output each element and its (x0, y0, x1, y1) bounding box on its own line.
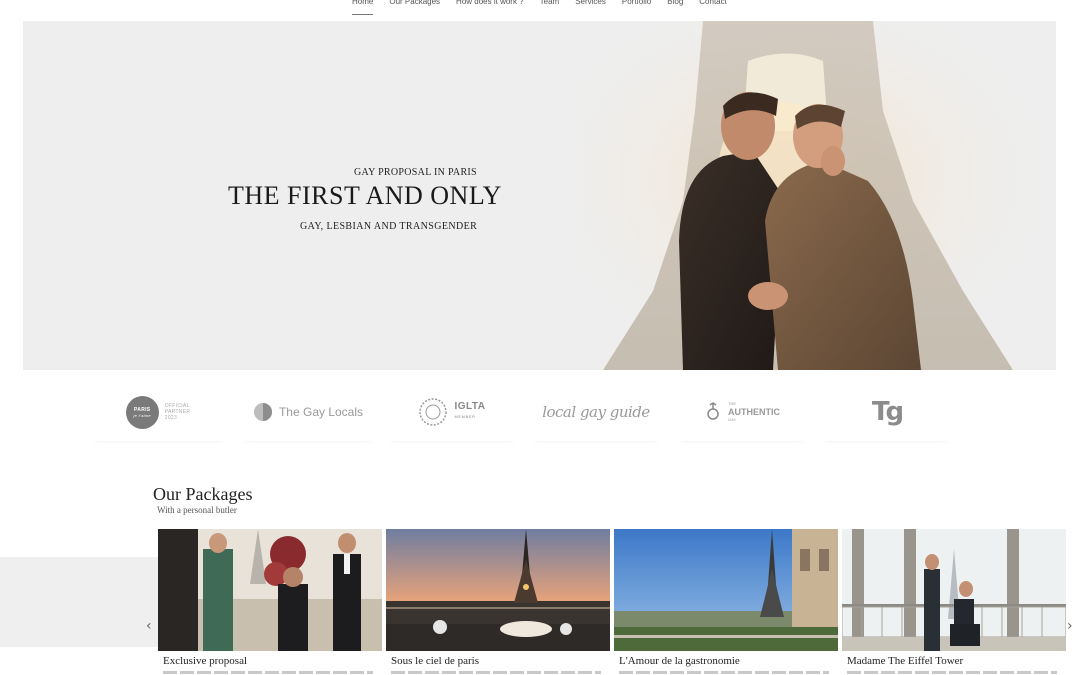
partner-local-gay-guide-logo[interactable]: local gay guide (532, 383, 660, 441)
nav-item-home[interactable]: Home (344, 0, 381, 17)
package-description (391, 671, 601, 674)
package-description (163, 671, 373, 674)
nav-item-portfolio[interactable]: Portfolio (614, 0, 659, 17)
gay-locals-icon (253, 403, 272, 421)
packages-subtitle: With a personal butler (157, 505, 237, 515)
package-description (619, 671, 829, 674)
packages-title: Our Packages (153, 484, 253, 504)
package-card[interactable]: Exclusive proposal (158, 529, 382, 675)
package-image-exclusive-proposal (158, 529, 382, 651)
hero-kicker: GAY PROPOSAL IN PARIS (354, 167, 477, 178)
package-card[interactable]: Madame The Eiffel Tower (842, 529, 1066, 675)
carousel-next-button[interactable]: › (1067, 618, 1073, 634)
package-image-sous-le-ciel (386, 529, 610, 651)
gender-symbol-icon (707, 402, 719, 420)
partner-authentic-gay-logo[interactable]: THE AUTHENTIC GAY (678, 383, 806, 441)
package-card[interactable]: L'Amour de la gastronomie (614, 529, 838, 675)
package-card[interactable]: Sous le ciel de paris (386, 529, 610, 675)
package-image-madame-eiffel (842, 529, 1066, 651)
partner-tg-logo[interactable]: Tg (822, 383, 950, 441)
nav-menu: Home Our Packages How does it work ? Tea… (344, 0, 735, 17)
hero-title: THE FIRST AND ONLY (228, 181, 502, 210)
package-image-gastronomie (614, 529, 838, 651)
package-title: Exclusive proposal (163, 655, 248, 667)
partner-logos: PARIS je t'aime OFFICIAL PARTNER 2023 Th… (0, 383, 1080, 443)
official-partner-text: OFFICIAL PARTNER 2023 (164, 403, 191, 421)
hero-banner: GAY PROPOSAL IN PARIS THE FIRST AND ONLY… (23, 21, 1056, 370)
top-navigation: Home Our Packages How does it work ? Tea… (0, 0, 1080, 20)
tg-logo-mark: Tg (871, 397, 904, 427)
package-title: Sous le ciel de paris (391, 655, 479, 667)
partner-paris-logo[interactable]: PARIS je t'aime OFFICIAL PARTNER 2023 (92, 383, 224, 441)
nav-item-team[interactable]: Team (532, 0, 568, 17)
local-gay-guide-name: local gay guide (542, 403, 650, 421)
paris-badge: PARIS je t'aime (125, 395, 159, 429)
nav-item-our-packages[interactable]: Our Packages (381, 0, 448, 17)
partner-gay-locals-logo[interactable]: The Gay Locals (242, 383, 374, 441)
hero-text-block: GAY PROPOSAL IN PARIS THE FIRST AND ONLY… (23, 21, 1056, 370)
hero-subtitle: GAY, LESBIAN AND TRANSGENDER (300, 221, 478, 232)
partner-iglta-logo[interactable]: IGLTA MEMBER (388, 383, 516, 441)
package-title: Madame The Eiffel Tower (847, 655, 964, 667)
carousel-prev-button[interactable]: ‹ (146, 618, 152, 634)
iglta-globe-icon (419, 398, 448, 426)
packages-side-panel (0, 557, 158, 647)
iglta-member: MEMBER (454, 414, 476, 419)
iglta-name: IGLTA (454, 401, 486, 412)
nav-item-contact[interactable]: Contact (691, 0, 735, 17)
package-title: L'Amour de la gastronomie (619, 655, 740, 667)
nav-item-services[interactable]: Services (567, 0, 614, 17)
package-description (847, 671, 1057, 674)
nav-item-how-it-works[interactable]: How does it work ? (448, 0, 532, 17)
authentic-gay-bottom: GAY (728, 417, 737, 422)
gay-locals-name: The Gay Locals (278, 405, 364, 419)
nav-item-blog[interactable]: Blog (659, 0, 691, 17)
